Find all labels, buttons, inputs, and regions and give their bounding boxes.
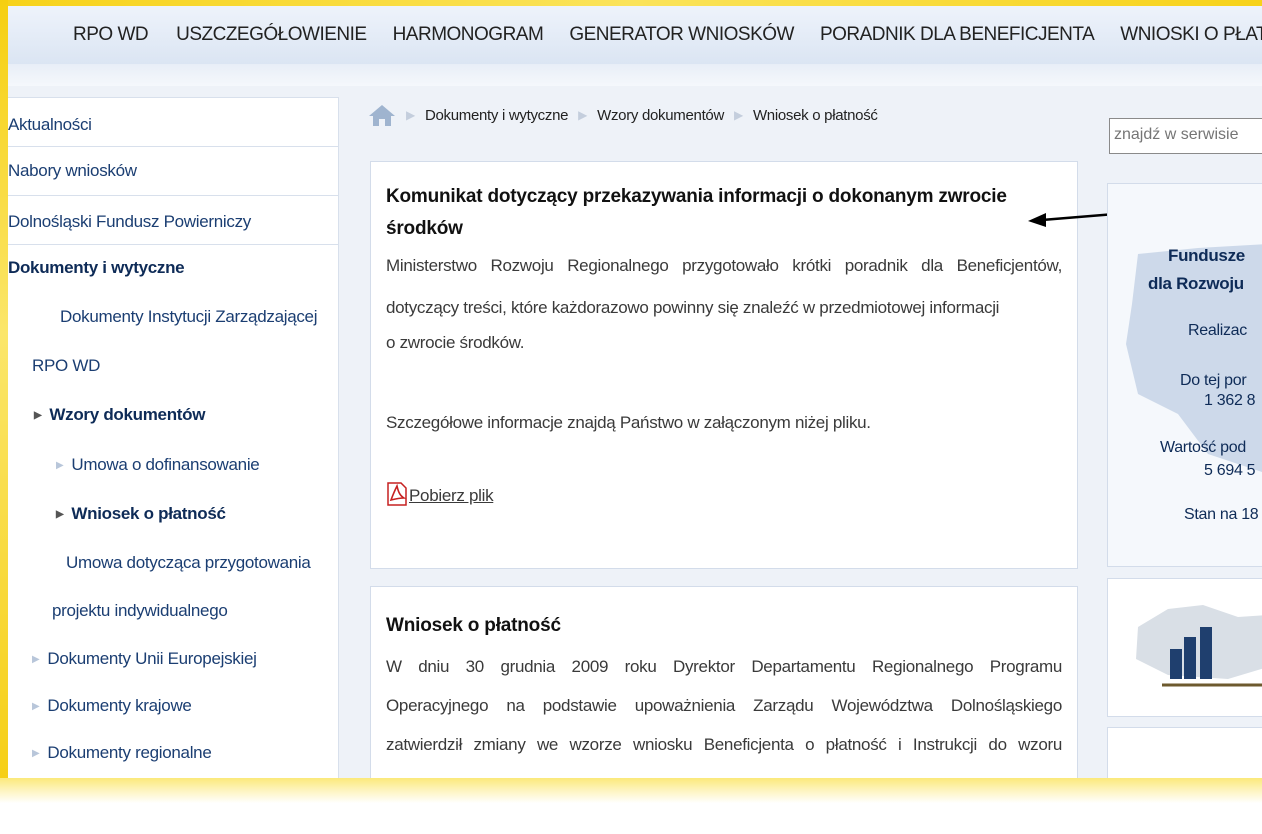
sidebar-item-label: projektu indywidualnego	[52, 601, 228, 620]
nav-item-uszczegolowienie[interactable]: USZCZEGÓŁOWIENIE	[176, 24, 367, 46]
breadcrumb-item-dokumenty[interactable]: Dokumenty i wytyczne	[425, 107, 569, 124]
triangle-right-icon: ▶	[56, 460, 64, 471]
triangle-right-icon: ▶	[32, 701, 40, 712]
nav-item-rpo-wd[interactable]: RPO WD	[73, 24, 149, 46]
sidebar-item-label: Dokumenty Unii Europejskiej	[47, 649, 257, 668]
article-text-line: Ministerstwo Rozwoju Regionalnego przygo…	[386, 256, 1062, 275]
top-navigation: RPO WD USZCZEGÓŁOWIENIE HARMONOGRAM GENE…	[8, 6, 1262, 65]
nav-item-generator-wnioskow[interactable]: GENERATOR WNIOSKÓW	[569, 24, 794, 46]
article-wniosek: Wniosek o płatność W dniu 30 grudnia 200…	[370, 586, 1078, 788]
sidebar-item-nabory[interactable]: Nabory wniosków	[8, 147, 338, 196]
article-text-line: W dniu 30 grudnia 2009 roku Dyrektor Dep…	[386, 657, 1062, 676]
chevron-right-icon: ▶	[734, 108, 743, 122]
bar-chart-logo-icon	[1136, 605, 1262, 687]
funds-line: 5 694 5	[1204, 462, 1256, 479]
breadcrumb: ▶ Dokumenty i wytyczne ▶ Wzory dokumentó…	[368, 100, 878, 130]
statistics-banner[interactable]	[1107, 578, 1262, 717]
article-title: Wniosek o płatność	[386, 615, 561, 636]
funds-line: 1 362 8	[1204, 392, 1256, 409]
sidebar-item-regionalne[interactable]: ▶ Dokumenty regionalne	[32, 743, 362, 771]
triangle-right-icon: ▶	[32, 654, 40, 665]
triangle-right-icon: ▶	[56, 509, 64, 520]
article-text-line: Operacyjnego na podstawie upoważnienia Z…	[386, 696, 1062, 715]
sidebar-item-label: Nabory wniosków	[8, 161, 137, 180]
sidebar-item-label: Umowa o dofinansowanie	[71, 455, 260, 474]
pdf-icon	[387, 482, 407, 506]
sidebar-item-label: Dokumenty regionalne	[47, 743, 212, 762]
funds-line: Fundusze	[1168, 246, 1245, 265]
sidebar-item-rpo-wd[interactable]: RPO WD	[32, 356, 362, 384]
sidebar-item-krajowe[interactable]: ▶ Dokumenty krajowe	[32, 696, 362, 724]
sidebar-item-aktualnosci[interactable]: Aktualności	[8, 98, 338, 147]
sidebar-item-projekt-indywidualny[interactable]: projektu indywidualnego	[52, 601, 382, 629]
triangle-right-icon: ▶	[34, 410, 42, 421]
frame-left	[0, 0, 8, 834]
triangle-right-icon: ▶	[32, 748, 40, 759]
breadcrumb-item-wzory[interactable]: Wzory dokumentów	[597, 107, 724, 124]
sidebar-item-label: Dokumenty krajowe	[47, 696, 192, 715]
bottom-band	[0, 778, 1262, 834]
search-box	[1109, 118, 1262, 154]
chevron-right-icon: ▶	[406, 108, 415, 122]
funds-line: dla Rozwoju	[1148, 274, 1244, 293]
sidebar-item-wniosek[interactable]: ▶ Wniosek o płatność	[56, 504, 386, 532]
sidebar-item-label: Dokumenty Instytucji Zarządzającej	[60, 307, 318, 326]
home-icon[interactable]	[368, 103, 396, 127]
download-link[interactable]: Pobierz plik	[387, 482, 494, 506]
sidebar: Aktualności Nabory wniosków Dolnośląski …	[8, 97, 339, 780]
search-input[interactable]	[1110, 119, 1262, 151]
article-title-cont: środków	[386, 218, 463, 239]
sidebar-item-label: Dokumenty i wytyczne	[8, 258, 185, 277]
sidebar-item-label: RPO WD	[32, 356, 101, 375]
sidebar-item-label: Dolnośląski Fundusz Powierniczy	[8, 212, 251, 231]
nav-item-harmonogram[interactable]: HARMONOGRAM	[393, 24, 544, 46]
nav-item-poradnik[interactable]: PORADNIK DLA BENEFICJENTA	[820, 24, 1095, 46]
sidebar-item-umowa-przygotowania[interactable]: Umowa dotycząca przygotowania	[66, 553, 396, 581]
funds-line: Do tej por	[1180, 372, 1247, 389]
sidebar-item-wzory[interactable]: ▶ Wzory dokumentów	[34, 405, 364, 433]
sidebar-item-unia[interactable]: ▶ Dokumenty Unii Europejskiej	[32, 649, 362, 677]
sub-navigation-strip	[8, 64, 1262, 87]
download-label[interactable]: Pobierz plik	[409, 486, 494, 506]
sidebar-item-dokumenty-iz[interactable]: Dokumenty Instytucji Zarządzającej	[60, 307, 390, 335]
nav-item-wnioski-o-platnosc[interactable]: WNIOSKI O PŁATNOŚ	[1120, 24, 1262, 46]
article-text-line: zatwierdził zmiany we wzorze wniosku Ben…	[386, 735, 1062, 754]
sidebar-item-fundusz[interactable]: Dolnośląski Fundusz Powierniczy	[8, 196, 338, 245]
sidebar-item-umowa[interactable]: ▶ Umowa o dofinansowanie	[56, 455, 386, 483]
sidebar-item-label: Umowa dotycząca przygotowania	[66, 553, 311, 572]
article-text-line: Szczegółowe informacje znajdą Państwo w …	[386, 413, 871, 432]
sidebar-item-label: Aktualności	[8, 115, 92, 134]
funds-line: Realizac	[1188, 322, 1247, 339]
sidebar-item-label: Wzory dokumentów	[49, 405, 206, 424]
funds-line: Wartość pod	[1160, 439, 1246, 456]
funds-info-box: Fundusze dla Rozwoju Realizac Do tej por…	[1107, 183, 1262, 567]
article-komunikat: Komunikat dotyczący przekazywania inform…	[370, 161, 1078, 569]
sidebar-item-label: Wniosek o płatność	[71, 504, 226, 523]
article-text-line: o zwrocie środków.	[386, 333, 525, 352]
chevron-right-icon: ▶	[578, 108, 588, 122]
funds-line: Stan na 18	[1184, 506, 1259, 523]
sidebar-item-dokumenty[interactable]: Dokumenty i wytyczne	[8, 258, 338, 286]
article-title: Komunikat dotyczący przekazywania inform…	[386, 186, 1007, 207]
article-text-line: dotyczący treści, które każdorazowo powi…	[386, 298, 1000, 317]
breadcrumb-item-wniosek: Wniosek o płatność	[752, 106, 878, 124]
